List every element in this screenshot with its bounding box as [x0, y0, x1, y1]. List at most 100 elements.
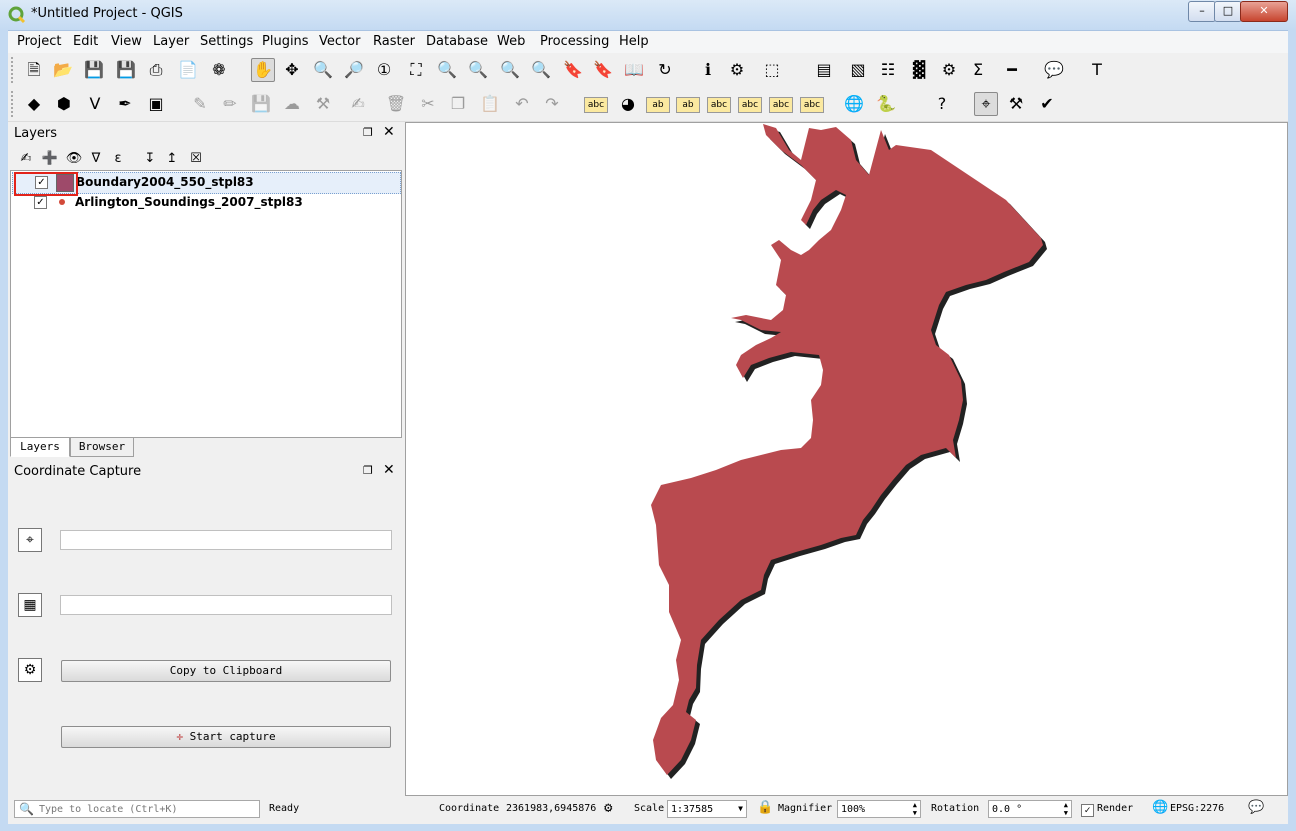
add-wms-icon[interactable]: ✒ [113, 92, 137, 116]
modify-attributes-icon[interactable]: ✍ [346, 92, 370, 116]
select-value-icon[interactable]: ▤ [812, 58, 836, 82]
filter-legend-icon[interactable]: ∇ [84, 147, 108, 171]
zoom-full-icon[interactable]: ⛶ [404, 58, 428, 82]
coordinate-field-crs[interactable] [60, 530, 392, 550]
render-checkbox[interactable]: ✓ [1081, 804, 1094, 817]
menu-settings[interactable]: Settings [200, 34, 253, 49]
filter-expression-icon[interactable]: ε [106, 147, 130, 171]
zoom-in-icon[interactable]: 🔍 [311, 58, 335, 82]
mouse-tracking-icon[interactable]: ⚙ [18, 658, 42, 682]
coordinate-value[interactable]: 2361983,6945876 [506, 803, 596, 814]
menu-layer[interactable]: Layer [153, 34, 189, 49]
scale-combobox[interactable]: 1:37585 ▼ [667, 800, 747, 818]
add-delimited-text-icon[interactable]: V [83, 92, 107, 116]
menu-help[interactable]: Help [619, 34, 649, 49]
close-panel-icon[interactable]: ✕ [383, 462, 395, 478]
menu-database[interactable]: Database [426, 34, 488, 49]
toggle-extents-icon[interactable]: ⚙ [604, 800, 612, 816]
new-print-composer-icon[interactable]: ⎙ [144, 58, 168, 82]
pan-to-selection-icon[interactable]: ✥ [280, 58, 304, 82]
crs-selector-icon[interactable]: ⌖ [18, 528, 42, 552]
deselect-icon[interactable]: ▧ [846, 58, 870, 82]
menu-edit[interactable]: Edit [73, 34, 98, 49]
python-console-icon[interactable]: 🐍 [874, 92, 898, 116]
menu-web[interactable]: Web [497, 34, 525, 49]
help-icon[interactable]: ? [930, 92, 954, 116]
new-bookmark-icon[interactable]: 🔖 [561, 58, 585, 82]
delete-selected-icon[interactable]: 🗑 [384, 92, 408, 116]
cut-features-icon[interactable]: ✂ [416, 92, 440, 116]
float-panel-icon[interactable]: ❐ [363, 464, 373, 477]
attribute-table-icon[interactable]: ☷ [876, 58, 900, 82]
toolbar-grip[interactable] [11, 91, 16, 117]
tab-browser[interactable]: Browser [70, 437, 134, 457]
current-edits-icon[interactable]: ✎ [188, 92, 212, 116]
add-feature-icon[interactable]: ☁ [280, 92, 304, 116]
expand-all-icon[interactable]: ↧ [138, 147, 162, 171]
check-geometry-icon[interactable]: ✔ [1035, 92, 1059, 116]
layer-row-soundings[interactable]: ✓ Arlington_Soundings_2007_stpl83 [12, 193, 399, 213]
highlight-pinned-labels-icon[interactable]: ab [646, 97, 670, 113]
refresh-icon[interactable]: ↻ [653, 58, 677, 82]
run-action-icon[interactable]: ⚙ [725, 58, 749, 82]
locator-input[interactable]: 🔍 Type to locate (Ctrl+K) [14, 800, 260, 818]
select-features-icon[interactable]: ⬚ [760, 58, 784, 82]
menu-plugins[interactable]: Plugins [262, 34, 309, 49]
save-layer-edits-icon[interactable]: 💾 [249, 92, 273, 116]
copy-to-clipboard-button[interactable]: Copy to Clipboard [61, 660, 391, 682]
menu-view[interactable]: View [111, 34, 142, 49]
crs-status[interactable]: EPSG:2276 [1170, 803, 1224, 814]
remove-layer-icon[interactable]: ☒ [184, 147, 208, 171]
menu-raster[interactable]: Raster [373, 34, 415, 49]
field-calculator-icon[interactable]: ▓ [907, 58, 931, 82]
pin-labels-icon[interactable]: ab [676, 97, 700, 113]
identify-icon[interactable]: ℹ [696, 58, 720, 82]
add-vector-layer-icon[interactable]: ◆ [22, 92, 46, 116]
messages-icon[interactable]: 💬 [1248, 800, 1264, 815]
zoom-native-icon[interactable]: ① [372, 58, 396, 82]
close-window-button[interactable]: ✕ [1240, 1, 1288, 22]
text-annotation-icon[interactable]: T [1085, 58, 1109, 82]
maximize-button[interactable]: □ [1214, 1, 1242, 22]
zoom-next-icon[interactable]: 🔍 [529, 58, 553, 82]
open-layer-styling-icon[interactable]: ✍ [14, 147, 38, 171]
tab-layers[interactable]: Layers [10, 437, 70, 457]
add-wcs-icon[interactable]: ▣ [144, 92, 168, 116]
redo-icon[interactable]: ↷ [540, 92, 564, 116]
map-tips-icon[interactable]: 💬 [1042, 58, 1066, 82]
save-as-icon[interactable]: 💾 [114, 58, 138, 82]
save-project-icon[interactable]: 💾 [82, 58, 106, 82]
start-capture-button[interactable]: ✛ Start capture [61, 726, 391, 748]
zoom-last-icon[interactable]: 🔍 [498, 58, 522, 82]
add-spatialite-icon[interactable]: ⬢ [52, 92, 76, 116]
spin-arrows-icon[interactable]: ▲ ▼ [1064, 801, 1068, 817]
composer-manager-icon[interactable]: 📄 [176, 58, 200, 82]
settings-gear-icon[interactable]: ⚙ [937, 58, 961, 82]
zoom-selection-icon[interactable]: 🔍 [435, 58, 459, 82]
tile-scale-icon[interactable]: 📖 [622, 58, 646, 82]
move-label-icon[interactable]: abc [738, 97, 762, 113]
zoom-out-icon[interactable]: 🔎 [342, 58, 366, 82]
crs-globe-icon[interactable]: 🌐 [1152, 800, 1168, 815]
new-project-icon[interactable]: 🗎 [22, 58, 46, 82]
layer-diagram-icon[interactable]: ◕ [616, 92, 640, 116]
coordinate-field-canvas[interactable] [60, 595, 392, 615]
float-panel-icon[interactable]: ❐ [363, 126, 373, 139]
menu-processing[interactable]: Processing [540, 34, 609, 49]
add-group-icon[interactable]: ➕ [38, 147, 62, 171]
zoom-layer-icon[interactable]: 🔍 [466, 58, 490, 82]
change-label-icon[interactable]: abc [800, 97, 824, 113]
close-panel-icon[interactable]: ✕ [383, 124, 395, 140]
copy-features-icon[interactable]: ❐ [446, 92, 470, 116]
map-canvas[interactable] [405, 122, 1288, 796]
lock-scale-icon[interactable]: 🔒 [757, 800, 773, 815]
measure-icon[interactable]: ━ [1000, 58, 1024, 82]
globe-icon[interactable]: 🌐 [842, 92, 866, 116]
spin-arrows-icon[interactable]: ▲ ▼ [913, 801, 917, 817]
statistics-sum-icon[interactable]: Σ [966, 58, 990, 82]
show-hide-labels-icon[interactable]: abc [707, 97, 731, 113]
toggle-editing-icon[interactable]: ✏ [218, 92, 242, 116]
collapse-all-icon[interactable]: ↥ [160, 147, 184, 171]
rotation-spinbox[interactable]: 0.0 ° ▲ ▼ [988, 800, 1072, 818]
show-bookmarks-icon[interactable]: 🔖 [591, 58, 615, 82]
